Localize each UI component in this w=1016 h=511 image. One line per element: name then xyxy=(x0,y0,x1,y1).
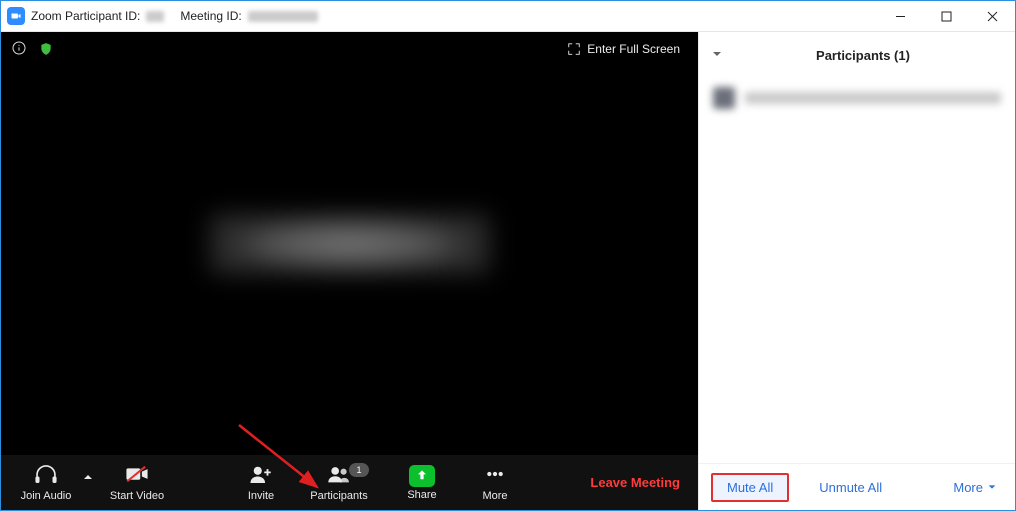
meeting-id-obscured xyxy=(248,11,318,22)
minimize-button[interactable] xyxy=(877,1,923,31)
invite-icon xyxy=(248,463,274,488)
video-area: Enter Full Screen xyxy=(1,32,698,510)
share-button[interactable]: Share xyxy=(383,465,461,501)
unmute-all-button[interactable]: Unmute All xyxy=(819,480,882,495)
join-audio-label: Join Audio xyxy=(21,490,72,502)
collapse-panel-icon[interactable] xyxy=(711,48,723,63)
participants-label: Participants xyxy=(310,490,367,502)
meeting-info-icon[interactable] xyxy=(11,40,27,59)
title-bar: Zoom Participant ID: Meeting ID: xyxy=(1,1,1015,32)
title-left: Zoom Participant ID: Meeting ID: xyxy=(1,7,318,25)
join-audio-button[interactable]: Join Audio xyxy=(10,463,82,502)
participant-name-obscured xyxy=(210,214,490,274)
maximize-button[interactable] xyxy=(923,1,969,31)
more-dots-icon xyxy=(482,463,508,488)
participant-id-obscured xyxy=(146,11,164,22)
close-button[interactable] xyxy=(969,1,1015,31)
enter-full-screen-button[interactable]: Enter Full Screen xyxy=(559,38,688,60)
share-label: Share xyxy=(407,489,436,501)
video-center xyxy=(1,32,698,455)
more-button[interactable]: More xyxy=(461,463,529,502)
participants-panel-title: Participants (1) xyxy=(723,48,1003,63)
zoom-app-icon xyxy=(7,7,25,25)
video-top-bar: Enter Full Screen xyxy=(1,32,698,66)
invite-label: Invite xyxy=(248,490,274,502)
control-bar: Join Audio Start Video xyxy=(1,455,698,510)
more-label: More xyxy=(482,490,507,502)
participant-entry-obscured[interactable] xyxy=(713,84,1001,112)
panel-more-label: More xyxy=(953,480,983,495)
participants-panel-header: Participants (1) xyxy=(699,32,1015,72)
start-video-button[interactable]: Start Video xyxy=(97,463,177,502)
invite-button[interactable]: Invite xyxy=(227,463,295,502)
participants-panel-footer: Mute All Unmute All More xyxy=(699,463,1015,510)
audio-options-caret[interactable] xyxy=(82,471,94,486)
panel-more-button[interactable]: More xyxy=(953,480,997,495)
participants-list xyxy=(699,72,1015,463)
start-video-label: Start Video xyxy=(110,490,164,502)
title-participant-label: Zoom Participant ID: xyxy=(31,9,140,23)
encryption-shield-icon xyxy=(39,41,53,57)
title-meeting-label: Meeting ID: xyxy=(180,9,241,23)
headphones-icon xyxy=(33,463,59,488)
mute-all-button[interactable]: Mute All xyxy=(711,473,789,502)
leave-meeting-button[interactable]: Leave Meeting xyxy=(590,475,680,490)
participants-icon xyxy=(326,463,352,488)
video-off-icon xyxy=(124,463,150,488)
share-screen-icon xyxy=(409,465,435,487)
participants-count-badge: 1 xyxy=(349,463,369,477)
participants-panel: Participants (1) Mute All Unmute All Mor… xyxy=(698,32,1015,510)
participants-button[interactable]: 1 Participants xyxy=(295,463,383,502)
app-window: Zoom Participant ID: Meeting ID: xyxy=(0,0,1016,511)
enter-full-screen-label: Enter Full Screen xyxy=(587,42,680,56)
